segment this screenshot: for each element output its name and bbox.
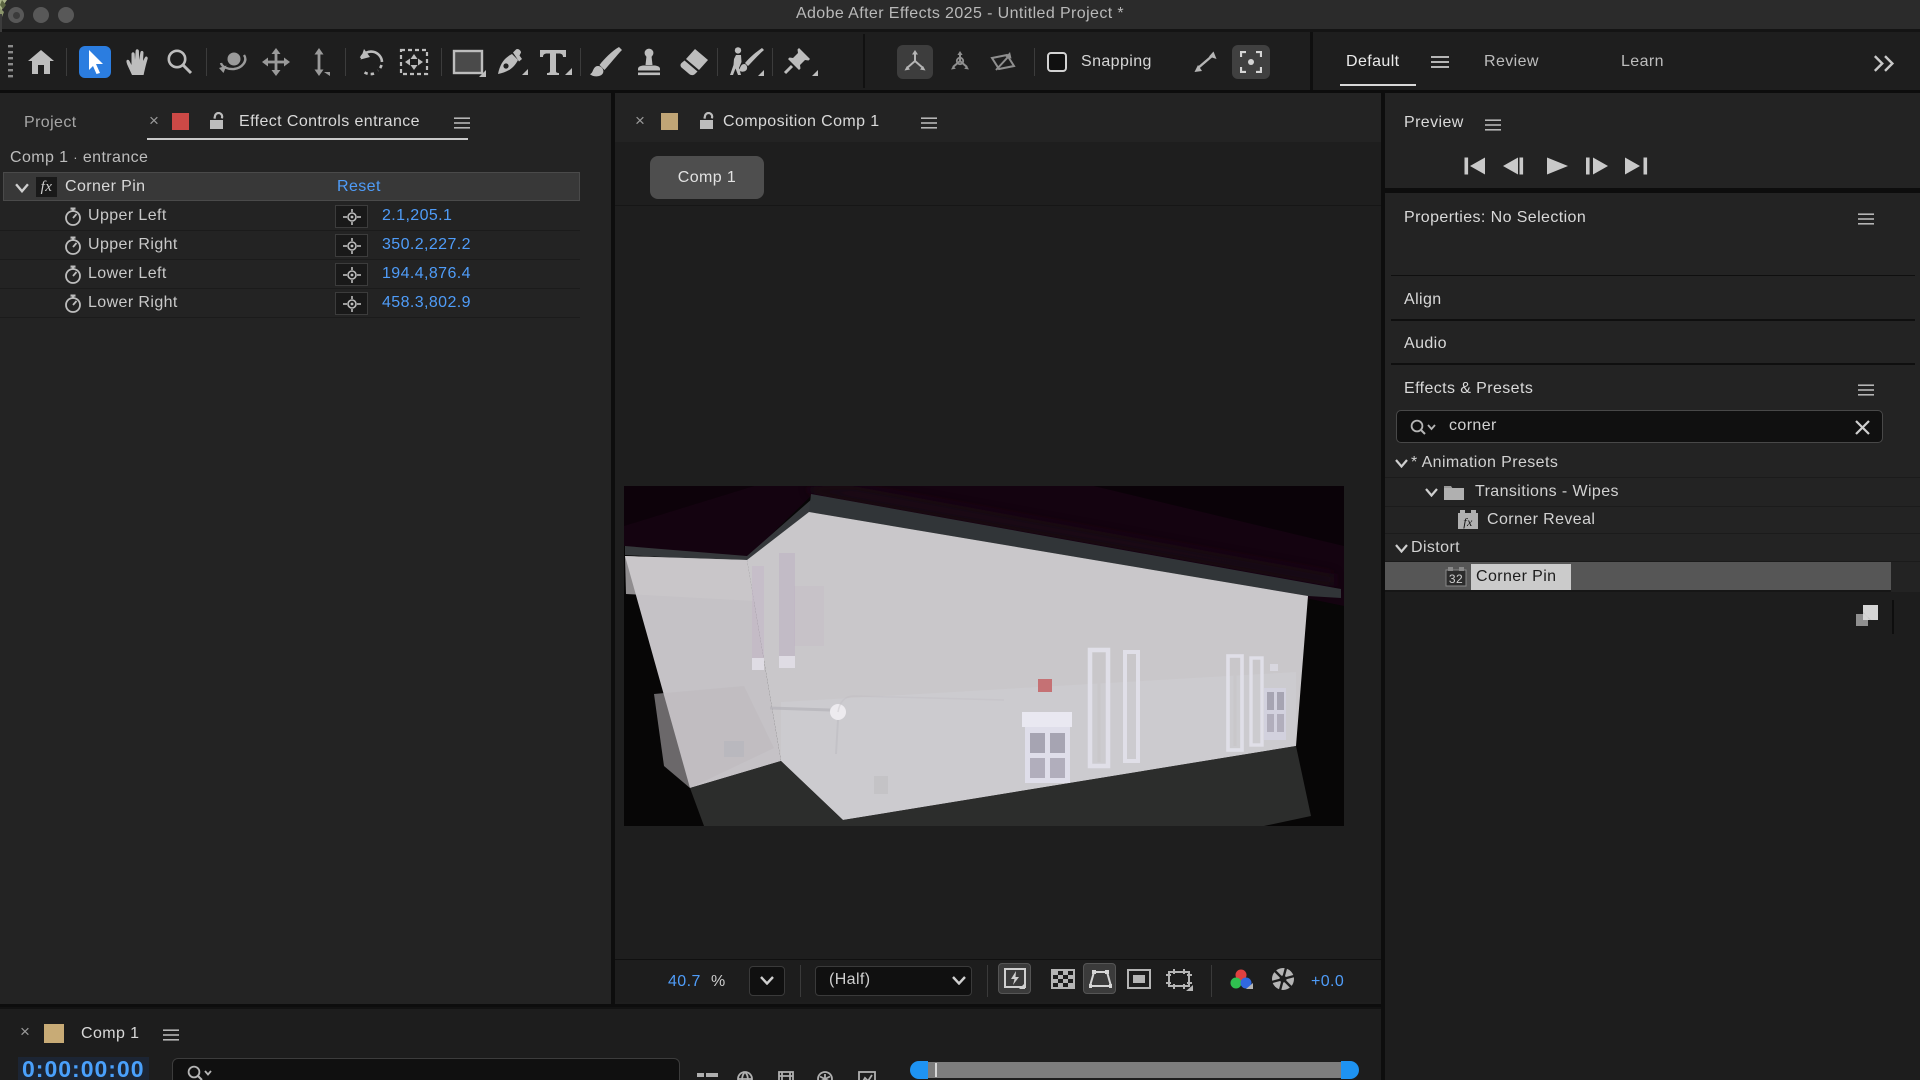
svg-text:32: 32 [1449,572,1463,586]
svg-text:fx: fx [1463,515,1473,529]
